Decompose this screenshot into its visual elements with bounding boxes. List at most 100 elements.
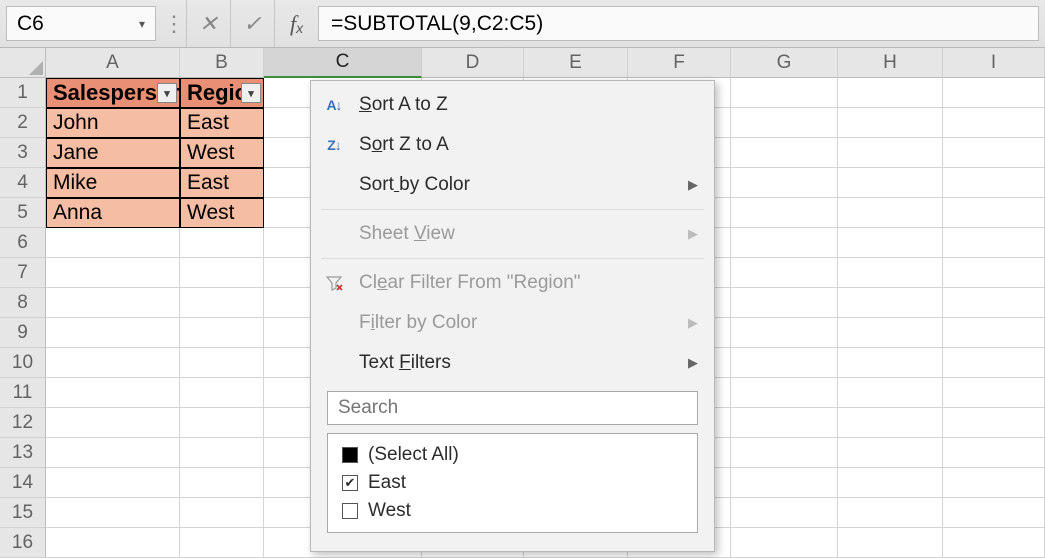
cell-A10[interactable] bbox=[46, 348, 180, 378]
select-all-corner[interactable] bbox=[0, 48, 46, 78]
chevron-down-icon[interactable]: ▾ bbox=[139, 17, 145, 31]
cell-A2[interactable]: John bbox=[46, 108, 180, 138]
cell-G14[interactable] bbox=[731, 468, 838, 498]
cell-I2[interactable] bbox=[943, 108, 1045, 138]
row-header-7[interactable]: 7 bbox=[0, 258, 46, 288]
col-header-D[interactable]: D bbox=[422, 48, 524, 78]
cell-B8[interactable] bbox=[180, 288, 264, 318]
cell-A3[interactable]: Jane bbox=[46, 138, 180, 168]
row-header-11[interactable]: 11 bbox=[0, 378, 46, 408]
cell-G3[interactable] bbox=[731, 138, 838, 168]
row-header-5[interactable]: 5 bbox=[0, 198, 46, 228]
row-header-2[interactable]: 2 bbox=[0, 108, 46, 138]
cell-G4[interactable] bbox=[731, 168, 838, 198]
sort-by-color[interactable]: Sort by Color ▶ bbox=[311, 165, 714, 205]
cell-I9[interactable] bbox=[943, 318, 1045, 348]
cell-A9[interactable] bbox=[46, 318, 180, 348]
cell-A1[interactable]: Salesperson bbox=[46, 78, 180, 108]
cell-I12[interactable] bbox=[943, 408, 1045, 438]
cell-B13[interactable] bbox=[180, 438, 264, 468]
text-filters[interactable]: Text Filters ▶ bbox=[311, 343, 714, 383]
check-select-all[interactable]: (Select All) bbox=[342, 444, 683, 466]
row-header-6[interactable]: 6 bbox=[0, 228, 46, 258]
cell-B1[interactable]: Region bbox=[180, 78, 264, 108]
row-header-15[interactable]: 15 bbox=[0, 498, 46, 528]
cell-G5[interactable] bbox=[731, 198, 838, 228]
fx-icon[interactable]: fx bbox=[274, 0, 318, 47]
row-header-14[interactable]: 14 bbox=[0, 468, 46, 498]
cell-B7[interactable] bbox=[180, 258, 264, 288]
cell-A13[interactable] bbox=[46, 438, 180, 468]
cell-G11[interactable] bbox=[731, 378, 838, 408]
cell-H11[interactable] bbox=[838, 378, 943, 408]
cell-I3[interactable] bbox=[943, 138, 1045, 168]
cell-G12[interactable] bbox=[731, 408, 838, 438]
sort-z-to-a[interactable]: Z↓ Sort Z to A bbox=[311, 125, 714, 165]
cell-I16[interactable] bbox=[943, 528, 1045, 558]
sort-a-to-z[interactable]: A↓ Sort A to Z bbox=[311, 85, 714, 125]
cell-A14[interactable] bbox=[46, 468, 180, 498]
row-header-10[interactable]: 10 bbox=[0, 348, 46, 378]
cell-A8[interactable] bbox=[46, 288, 180, 318]
cell-I11[interactable] bbox=[943, 378, 1045, 408]
col-header-C[interactable]: C bbox=[264, 48, 422, 78]
col-header-F[interactable]: F bbox=[628, 48, 731, 78]
cell-I10[interactable] bbox=[943, 348, 1045, 378]
cell-G15[interactable] bbox=[731, 498, 838, 528]
cell-A7[interactable] bbox=[46, 258, 180, 288]
check-east[interactable]: ✔ East bbox=[342, 472, 683, 494]
cell-A16[interactable] bbox=[46, 528, 180, 558]
cell-A11[interactable] bbox=[46, 378, 180, 408]
cell-H4[interactable] bbox=[838, 168, 943, 198]
row-header-16[interactable]: 16 bbox=[0, 528, 46, 558]
cell-B3[interactable]: West bbox=[180, 138, 264, 168]
cell-G10[interactable] bbox=[731, 348, 838, 378]
cell-G2[interactable] bbox=[731, 108, 838, 138]
cell-H12[interactable] bbox=[838, 408, 943, 438]
row-header-3[interactable]: 3 bbox=[0, 138, 46, 168]
cell-B11[interactable] bbox=[180, 378, 264, 408]
cell-G16[interactable] bbox=[731, 528, 838, 558]
search-field[interactable] bbox=[338, 397, 687, 419]
col-header-A[interactable]: A bbox=[46, 48, 180, 78]
filter-button-A[interactable] bbox=[157, 83, 177, 103]
filter-button-B[interactable] bbox=[241, 83, 261, 103]
cell-H8[interactable] bbox=[838, 288, 943, 318]
row-header-13[interactable]: 13 bbox=[0, 438, 46, 468]
cell-B2[interactable]: East bbox=[180, 108, 264, 138]
cell-I6[interactable] bbox=[943, 228, 1045, 258]
cell-B6[interactable] bbox=[180, 228, 264, 258]
row-header-8[interactable]: 8 bbox=[0, 288, 46, 318]
cancel-formula-button[interactable]: ✕ bbox=[186, 0, 230, 47]
cell-I14[interactable] bbox=[943, 468, 1045, 498]
col-header-H[interactable]: H bbox=[838, 48, 943, 78]
cell-H13[interactable] bbox=[838, 438, 943, 468]
cell-I5[interactable] bbox=[943, 198, 1045, 228]
cell-H6[interactable] bbox=[838, 228, 943, 258]
cell-B12[interactable] bbox=[180, 408, 264, 438]
formula-input[interactable]: =SUBTOTAL(9,C2:C5) bbox=[318, 6, 1039, 41]
cell-G9[interactable] bbox=[731, 318, 838, 348]
cell-B15[interactable] bbox=[180, 498, 264, 528]
cell-I7[interactable] bbox=[943, 258, 1045, 288]
name-box[interactable]: C6 ▾ bbox=[6, 6, 156, 41]
cell-I8[interactable] bbox=[943, 288, 1045, 318]
cell-A6[interactable] bbox=[46, 228, 180, 258]
cell-B10[interactable] bbox=[180, 348, 264, 378]
cell-A5[interactable]: Anna bbox=[46, 198, 180, 228]
cell-H16[interactable] bbox=[838, 528, 943, 558]
cell-I13[interactable] bbox=[943, 438, 1045, 468]
cell-B16[interactable] bbox=[180, 528, 264, 558]
col-header-B[interactable]: B bbox=[180, 48, 264, 78]
cell-G1[interactable] bbox=[731, 78, 838, 108]
cell-G13[interactable] bbox=[731, 438, 838, 468]
cell-B14[interactable] bbox=[180, 468, 264, 498]
col-header-E[interactable]: E bbox=[524, 48, 628, 78]
accept-formula-button[interactable]: ✓ bbox=[230, 0, 274, 47]
cell-H5[interactable] bbox=[838, 198, 943, 228]
cell-B9[interactable] bbox=[180, 318, 264, 348]
cell-G6[interactable] bbox=[731, 228, 838, 258]
cell-H9[interactable] bbox=[838, 318, 943, 348]
cell-H10[interactable] bbox=[838, 348, 943, 378]
cell-A12[interactable] bbox=[46, 408, 180, 438]
